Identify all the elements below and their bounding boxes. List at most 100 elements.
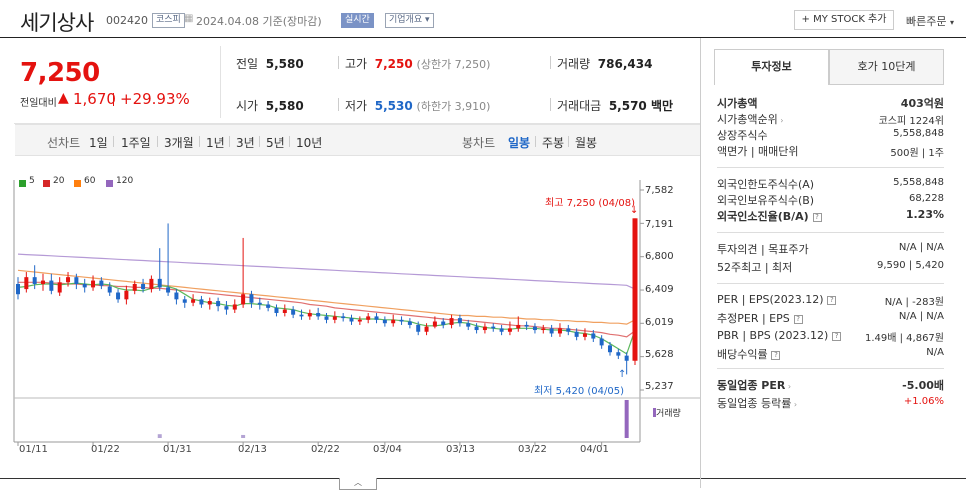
company-overview-button[interactable]: 기업개요 ▾ bbox=[385, 13, 434, 28]
period-line-chart[interactable]: 선차트 bbox=[47, 134, 80, 151]
chevron-up-icon: ︿ bbox=[354, 478, 362, 487]
x-tick: 01/22 bbox=[91, 444, 120, 455]
candle-body bbox=[74, 277, 79, 284]
market-badge: 코스피 bbox=[152, 13, 185, 28]
candle-body bbox=[149, 278, 154, 290]
invest-info-list: 시가총액 403억원 시가총액순위 › 코스피 1224위 상장주식수 5,558,8… bbox=[717, 97, 944, 410]
candle-body bbox=[132, 283, 137, 291]
candle-body bbox=[174, 292, 179, 300]
y-tick: 6,409 bbox=[645, 284, 674, 295]
candle-body bbox=[124, 290, 129, 300]
candle-body bbox=[57, 282, 62, 293]
moving-average-line-ma120 bbox=[17, 253, 636, 290]
candle-body bbox=[116, 292, 121, 300]
tab-orderbook[interactable]: 호가 10단계 bbox=[829, 49, 944, 85]
period-candle-chart[interactable]: 봉차트 bbox=[462, 134, 495, 151]
x-tick: 04/01 bbox=[580, 444, 609, 455]
candle-body bbox=[349, 318, 354, 322]
candle-body bbox=[632, 218, 638, 361]
candle-body bbox=[524, 324, 529, 327]
candle-body bbox=[91, 280, 96, 288]
candle-body bbox=[582, 333, 587, 337]
candle-body bbox=[324, 316, 329, 320]
y-tick: 5,237 bbox=[645, 381, 674, 392]
candle-body bbox=[407, 321, 412, 325]
candle-body bbox=[474, 326, 479, 331]
calendar-icon: ▦ bbox=[184, 13, 194, 24]
volume-bar bbox=[624, 400, 629, 438]
quick-order-button[interactable]: 빠른주문 ▾ bbox=[906, 13, 954, 29]
candle-body bbox=[591, 333, 596, 339]
open-row: 시가 5,580 bbox=[236, 99, 304, 113]
candle-body bbox=[532, 326, 537, 331]
add-my-stock-button[interactable]: + MY STOCK 추가 bbox=[794, 10, 894, 30]
candle-body bbox=[491, 326, 496, 329]
candle-body bbox=[66, 277, 71, 283]
candle-body bbox=[307, 312, 312, 317]
down-arrow-icon: ↓ bbox=[630, 205, 639, 216]
candle-body bbox=[274, 307, 279, 313]
candle-body bbox=[499, 328, 504, 332]
candle-body bbox=[107, 286, 112, 293]
period-10y[interactable]: 10년 bbox=[296, 134, 322, 151]
candle-body bbox=[291, 309, 296, 315]
candle-body bbox=[399, 319, 404, 322]
y-tick: 6,019 bbox=[645, 317, 674, 328]
my-stock-label: + MY STOCK 추가 bbox=[801, 14, 887, 25]
period-3m[interactable]: 3개월 bbox=[164, 134, 194, 151]
candle-body bbox=[382, 319, 387, 324]
period-1w[interactable]: 1주일 bbox=[121, 134, 151, 151]
candle-body bbox=[607, 345, 612, 353]
help-icon: ? bbox=[832, 332, 842, 341]
volume-legend: 거래량 bbox=[653, 406, 681, 419]
change-label: 전일대비 bbox=[20, 98, 57, 109]
x-tick: 01/31 bbox=[163, 444, 192, 455]
period-monthly[interactable]: 월봉 bbox=[575, 134, 597, 151]
candle-body bbox=[574, 331, 579, 337]
expand-chart-button[interactable]: ︿ bbox=[339, 478, 377, 490]
candle-body bbox=[282, 309, 287, 313]
period-daily[interactable]: 일봉 bbox=[508, 134, 530, 151]
y-tick: 5,628 bbox=[645, 349, 674, 360]
tab-invest-info[interactable]: 투자정보 bbox=[714, 49, 829, 85]
amount-row: 거래대금 5,570 백만 bbox=[557, 99, 674, 113]
candle-body bbox=[49, 280, 54, 291]
candle-body bbox=[257, 302, 262, 305]
candle-body bbox=[16, 283, 20, 295]
candle-body bbox=[191, 299, 196, 303]
current-price: 7,250 bbox=[20, 58, 100, 88]
period-1d[interactable]: 1일 bbox=[89, 134, 108, 151]
candle-body bbox=[516, 324, 521, 329]
period-5y[interactable]: 5년 bbox=[266, 134, 285, 151]
period-1y[interactable]: 1년 bbox=[206, 134, 225, 151]
low-row: 저가 5,530 (하한가 3,910) bbox=[345, 99, 491, 113]
company-name: 세기상사 bbox=[20, 11, 94, 35]
candle-body bbox=[507, 328, 512, 332]
candle-body bbox=[332, 316, 337, 320]
candle-body bbox=[541, 328, 546, 331]
stock-code: 002420 bbox=[106, 14, 148, 27]
candle-body bbox=[82, 283, 87, 288]
period-3y[interactable]: 3년 bbox=[236, 134, 255, 151]
help-icon: ? bbox=[827, 296, 837, 305]
candle-body bbox=[357, 319, 362, 322]
high-row: 고가 7,250 (상한가 7,250) bbox=[345, 57, 491, 71]
y-tick: 7,582 bbox=[645, 185, 674, 196]
candle-body bbox=[141, 283, 146, 290]
candle-body bbox=[457, 318, 462, 324]
up-arrow-icon: ↑ bbox=[618, 369, 627, 380]
high-annotation: 최고 7,250 (04/08) bbox=[545, 198, 636, 209]
candle-body bbox=[157, 278, 162, 288]
candlestick-chart[interactable] bbox=[0, 180, 700, 480]
stock-header: 세기상사 002420 코스피 ▦ 2024.04.08 기준(장마감) 실시간… bbox=[0, 0, 966, 38]
candle-body bbox=[266, 304, 271, 308]
period-weekly[interactable]: 주봉 bbox=[542, 134, 564, 151]
candle-body bbox=[24, 277, 29, 290]
change-amount: 1,670 bbox=[73, 90, 116, 108]
volume-row: 거래량 786,434 bbox=[557, 57, 653, 71]
candle-body bbox=[341, 316, 346, 319]
volume-bar bbox=[157, 434, 162, 438]
realtime-badge[interactable]: 실시간 bbox=[341, 13, 374, 28]
candle-body bbox=[316, 312, 321, 317]
y-tick: 6,800 bbox=[645, 251, 674, 262]
